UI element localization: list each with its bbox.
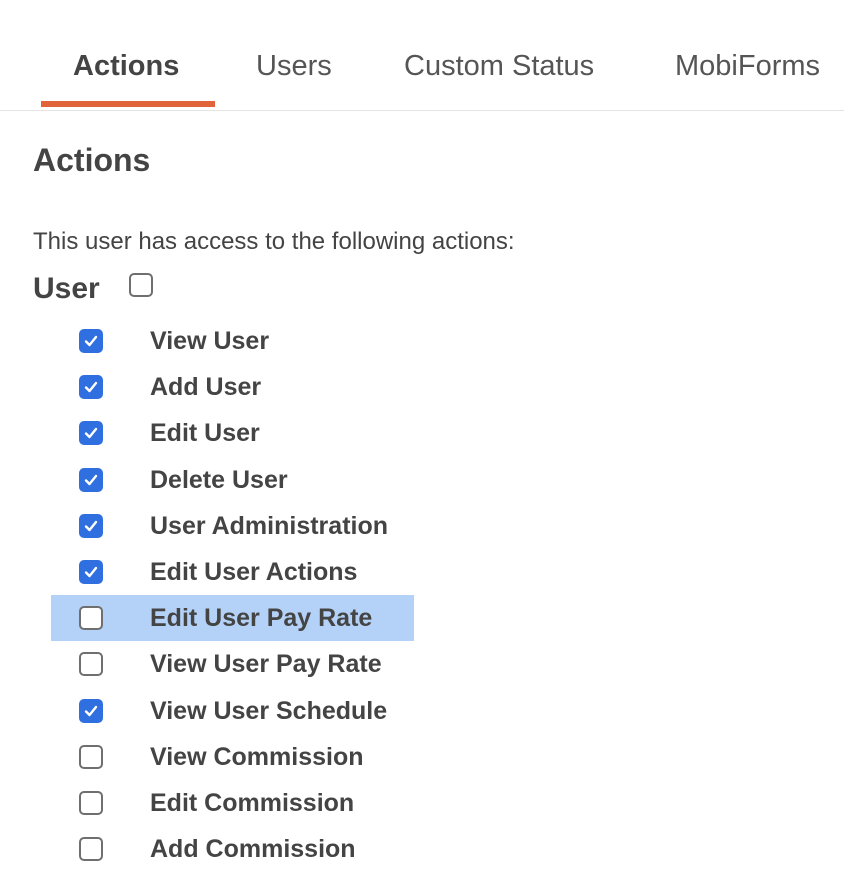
section-title: Actions	[33, 142, 151, 178]
tab-users[interactable]: Users	[256, 48, 332, 84]
action-label[interactable]: User Administration	[150, 510, 388, 542]
active-tab-indicator	[41, 101, 215, 107]
action-checkbox[interactable]	[79, 699, 103, 723]
checkmark-icon	[84, 520, 98, 532]
action-row[interactable]: Delete User	[51, 457, 414, 503]
action-checkbox[interactable]	[79, 606, 103, 630]
action-row[interactable]: Edit User Actions	[51, 549, 414, 595]
action-row[interactable]: User Administration	[51, 503, 414, 549]
action-row[interactable]: View User Schedule	[51, 688, 414, 734]
action-label[interactable]: Edit User Pay Rate	[150, 602, 372, 634]
checkmark-icon	[84, 566, 98, 578]
action-row[interactable]: Edit User	[51, 410, 414, 456]
action-row[interactable]: Add Commission	[51, 826, 414, 872]
action-label[interactable]: View User Pay Rate	[150, 648, 382, 680]
checkmark-icon	[84, 427, 98, 439]
checkmark-icon	[84, 335, 98, 347]
group-select-all-checkbox[interactable]	[129, 273, 153, 297]
action-label[interactable]: View User Schedule	[150, 695, 387, 727]
action-row[interactable]: Edit User Pay Rate	[51, 595, 414, 641]
action-row[interactable]: View Commission	[51, 734, 414, 780]
tab-bar: Actions Users Custom Status MobiForms	[0, 0, 844, 111]
checkmark-icon	[84, 705, 98, 717]
access-description: This user has access to the following ac…	[33, 228, 515, 255]
action-checkbox[interactable]	[79, 745, 103, 769]
checkmark-icon	[84, 474, 98, 486]
action-checkbox[interactable]	[79, 560, 103, 584]
action-label[interactable]: Add Commission	[150, 833, 356, 865]
action-checkbox[interactable]	[79, 421, 103, 445]
action-checkbox[interactable]	[79, 329, 103, 353]
action-label[interactable]: View Commission	[150, 741, 364, 773]
action-checkbox[interactable]	[79, 837, 103, 861]
tab-mobiforms[interactable]: MobiForms	[675, 48, 820, 84]
group-label-user: User	[33, 272, 100, 305]
action-label[interactable]: Add User	[150, 371, 261, 403]
action-label[interactable]: View User	[150, 325, 269, 357]
action-row[interactable]: Add User	[51, 364, 414, 410]
action-checkbox[interactable]	[79, 791, 103, 815]
action-row[interactable]: Edit Commission	[51, 780, 414, 826]
action-checkbox[interactable]	[79, 468, 103, 492]
action-row[interactable]: View User	[51, 318, 414, 364]
action-label[interactable]: Delete User	[150, 464, 288, 496]
action-label[interactable]: Edit User	[150, 417, 260, 449]
action-checkbox[interactable]	[79, 652, 103, 676]
checkmark-icon	[84, 381, 98, 393]
action-row[interactable]: View User Pay Rate	[51, 641, 414, 687]
action-checkbox[interactable]	[79, 514, 103, 538]
tab-actions[interactable]: Actions	[73, 48, 179, 84]
action-label[interactable]: Edit Commission	[150, 787, 354, 819]
action-checkbox[interactable]	[79, 375, 103, 399]
action-label[interactable]: Edit User Actions	[150, 556, 357, 588]
tab-custom-status[interactable]: Custom Status	[404, 48, 594, 84]
